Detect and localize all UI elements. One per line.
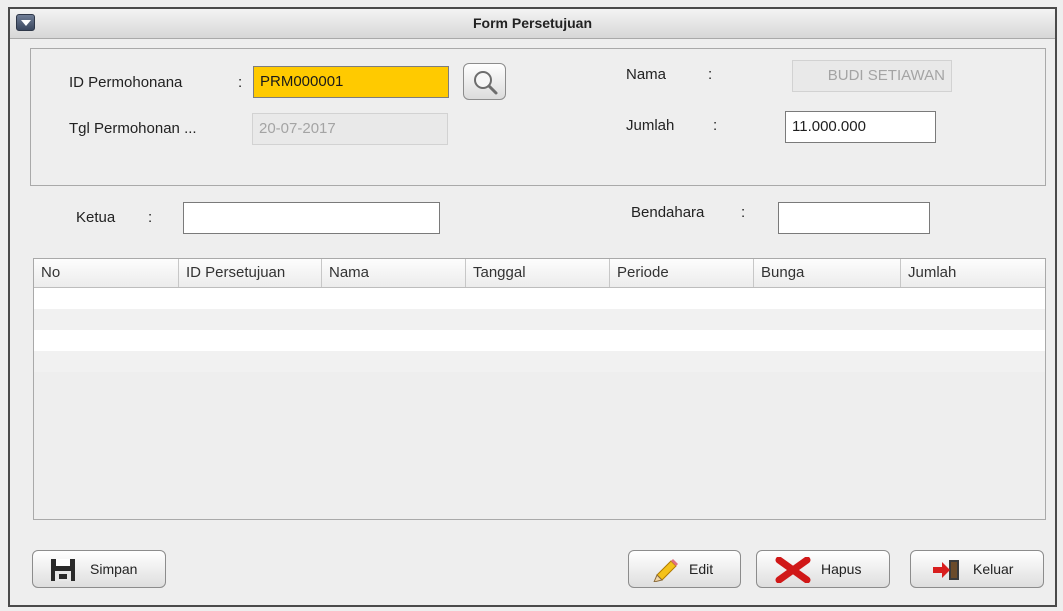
hapus-label: Hapus bbox=[821, 561, 862, 577]
column-header-jumlah[interactable]: Jumlah bbox=[901, 259, 1045, 287]
search-icon bbox=[474, 71, 498, 95]
pencil-icon bbox=[653, 559, 678, 582]
simpan-label: Simpan bbox=[90, 561, 138, 577]
floppy-disk-icon bbox=[51, 559, 75, 581]
table-header: No ID Persetujuan Nama Tanggal Periode B… bbox=[34, 259, 1045, 288]
jumlah-label: Jumlah bbox=[626, 117, 675, 134]
exit-icon bbox=[933, 560, 959, 580]
hapus-button[interactable]: Hapus bbox=[756, 550, 890, 588]
jumlah-sep: : bbox=[713, 117, 718, 134]
ketua-label: Ketua bbox=[76, 209, 116, 226]
bendahara-input[interactable] bbox=[778, 202, 930, 234]
table-row[interactable] bbox=[34, 309, 1045, 330]
table-row[interactable] bbox=[34, 288, 1045, 309]
bendahara-sep: : bbox=[741, 204, 746, 221]
column-header-bunga[interactable]: Bunga bbox=[754, 259, 901, 287]
title-bar: Form Persetujuan bbox=[10, 9, 1055, 39]
table-row[interactable] bbox=[34, 330, 1045, 351]
ketua-sep: : bbox=[148, 209, 153, 226]
bendahara-label: Bendahara bbox=[631, 204, 705, 221]
column-header-nama[interactable]: Nama bbox=[322, 259, 466, 287]
id-permohonan-label: ID Permohonana bbox=[69, 74, 183, 91]
tgl-permohonan-field: 20-07-2017 bbox=[252, 113, 448, 145]
column-header-periode[interactable]: Periode bbox=[610, 259, 754, 287]
ketua-input[interactable] bbox=[183, 202, 440, 234]
tgl-permohonan-label: Tgl Permohonan ... bbox=[69, 120, 197, 137]
keluar-button[interactable]: Keluar bbox=[910, 550, 1044, 588]
column-header-tanggal[interactable]: Tanggal bbox=[466, 259, 610, 287]
table-row[interactable] bbox=[34, 351, 1045, 372]
nama-label: Nama bbox=[626, 66, 667, 83]
edit-label: Edit bbox=[689, 561, 714, 577]
jumlah-input[interactable]: 11.000.000 bbox=[785, 111, 936, 143]
simpan-button[interactable]: Simpan bbox=[32, 550, 166, 588]
nama-field: BUDI SETIAWAN bbox=[792, 60, 952, 92]
edit-button[interactable]: Edit bbox=[628, 550, 741, 588]
id-permohonan-sep: : bbox=[238, 74, 243, 91]
column-header-no[interactable]: No bbox=[34, 259, 179, 287]
search-button[interactable] bbox=[463, 63, 506, 100]
column-header-id-persetujuan[interactable]: ID Persetujuan bbox=[179, 259, 322, 287]
keluar-label: Keluar bbox=[973, 561, 1014, 577]
nama-sep: : bbox=[708, 66, 713, 83]
delete-x-icon bbox=[775, 557, 811, 583]
window-title: Form Persetujuan bbox=[472, 15, 593, 31]
persetujuan-table[interactable]: No ID Persetujuan Nama Tanggal Periode B… bbox=[33, 258, 1046, 520]
id-permohonan-input[interactable]: PRM000001 bbox=[253, 66, 449, 98]
